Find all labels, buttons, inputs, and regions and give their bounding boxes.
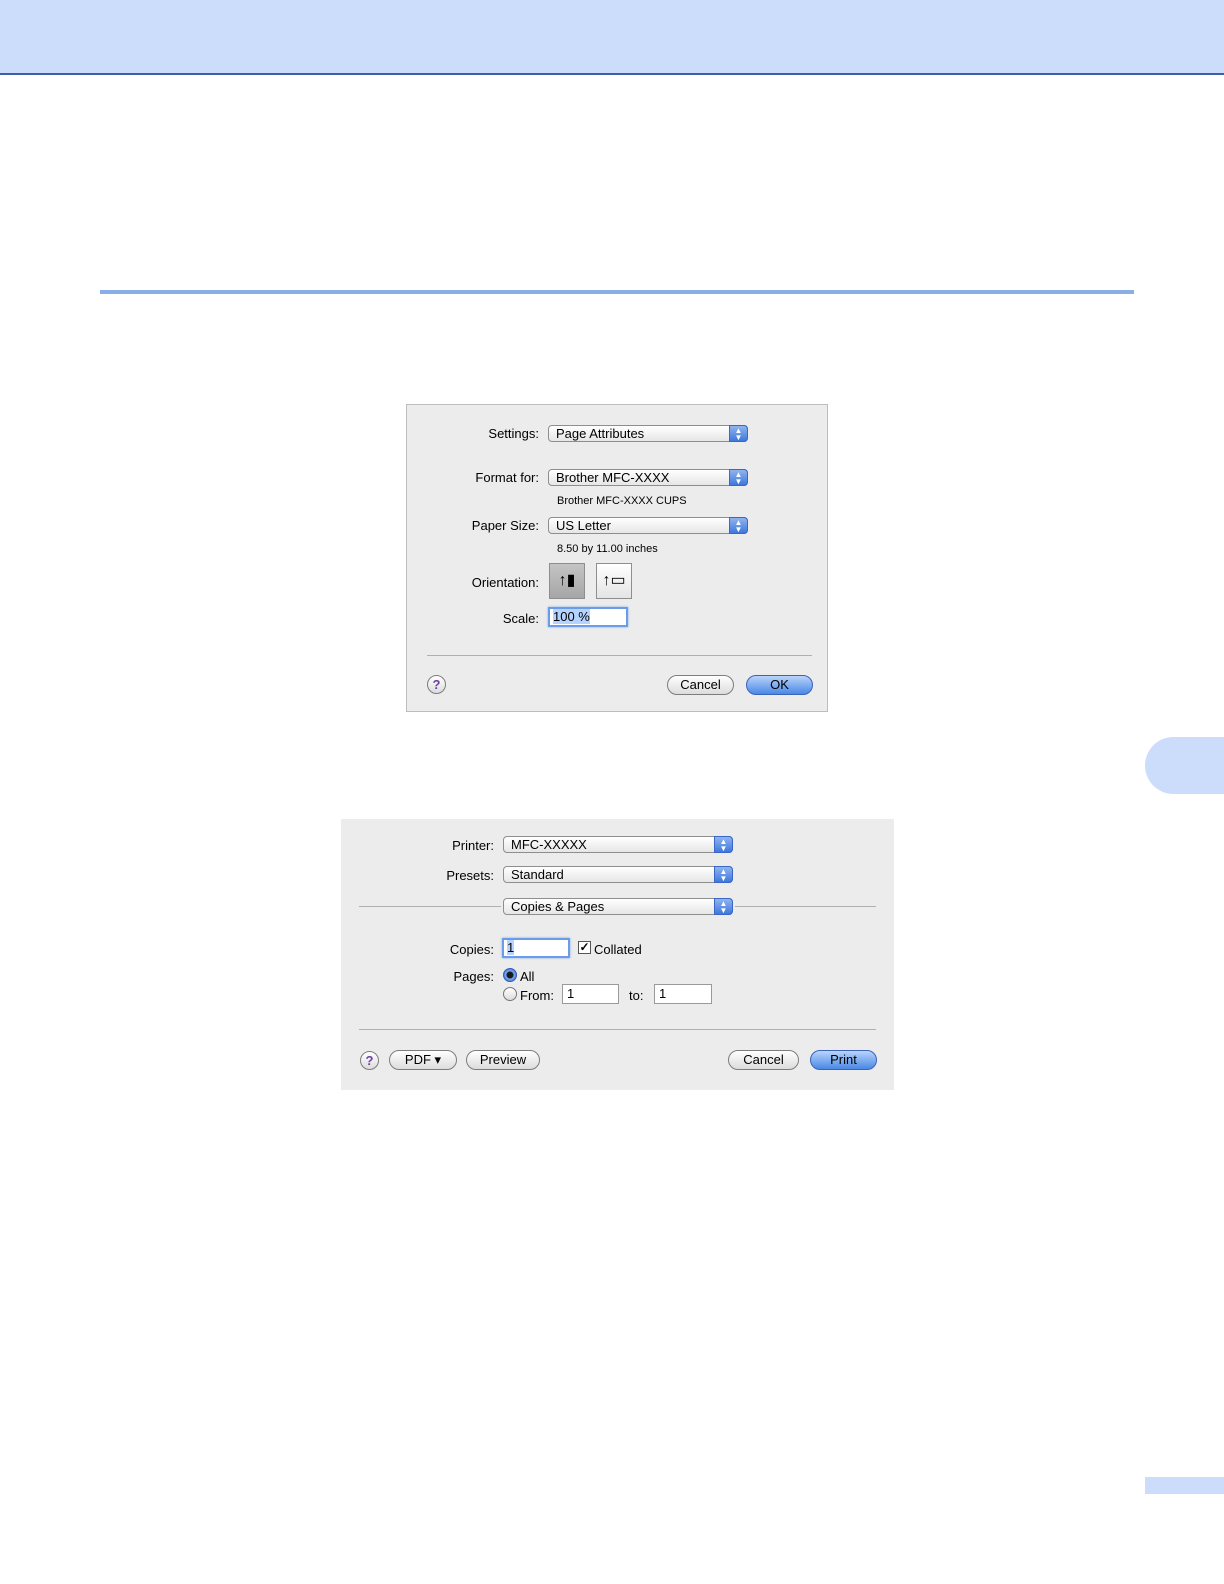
chapter-tab [1145,737,1224,794]
settings-label: Settings: [488,426,539,441]
divider [735,906,876,907]
orientation-label: Orientation: [471,575,539,590]
paper-size-label: Paper Size: [471,518,539,533]
popup-arrows-icon: ▲ ▼ [714,866,733,883]
panel-popup[interactable]: Copies & Pages ▲ ▼ [503,898,733,915]
popup-arrows-icon: ▲ ▼ [729,469,748,486]
help-icon[interactable]: ? [427,675,446,694]
format-for-label: Format for: [475,470,539,485]
scale-label: Scale: [502,611,539,626]
pages-all-radio[interactable] [503,968,517,982]
panel-value: Copies & Pages [511,899,605,914]
header-band [0,0,1224,75]
pages-to-input[interactable]: 1 [654,984,712,1004]
pages-from-input[interactable]: 1 [562,984,619,1004]
page-setup-dialog: Settings: Page Attributes ▲ ▼ Format for:… [406,404,828,712]
preview-button[interactable]: Preview [466,1050,540,1070]
section-rule [100,290,1134,294]
format-for-value: Brother MFC-XXXX [556,470,670,485]
landscape-icon: ↑▭ [602,572,626,589]
ok-button[interactable]: OK [746,675,813,695]
checkmark-icon: ✓ [579,940,590,954]
pdf-button[interactable]: PDF ▾ [389,1050,457,1070]
popup-arrows-icon: ▲ ▼ [714,836,733,853]
format-for-popup[interactable]: Brother MFC-XXXX ▲ ▼ [548,469,748,486]
printer-popup[interactable]: MFC-XXXXX ▲ ▼ [503,836,733,853]
presets-label: Presets: [446,868,494,883]
popup-arrows-icon: ▲ ▼ [729,517,748,534]
pages-to-label: to: [629,988,644,1003]
landscape-orientation-button[interactable]: ↑▭ [596,563,632,599]
page-number-box [1145,1477,1224,1494]
cancel-button[interactable]: Cancel [667,675,734,695]
divider [427,655,812,656]
pages-from-radio[interactable] [503,987,517,1001]
scale-input[interactable]: 100 % [548,607,628,627]
print-dialog: Printer: MFC-XXXXX ▲ ▼ Presets: Standard … [341,819,894,1090]
print-button[interactable]: Print [810,1050,877,1070]
divider [359,1029,876,1030]
printer-value: MFC-XXXXX [511,837,587,852]
paper-size-note: 8.50 by 11.00 inches [557,543,658,555]
portrait-orientation-button[interactable]: ↑▮ [549,563,585,599]
copies-label: Copies: [449,942,494,957]
presets-popup[interactable]: Standard ▲ ▼ [503,866,733,883]
portrait-icon: ↑▮ [558,572,576,589]
popup-arrows-icon: ▲ ▼ [714,898,733,915]
paper-size-value: US Letter [556,518,611,533]
format-for-note: Brother MFC-XXXX CUPS [557,495,687,507]
paper-size-popup[interactable]: US Letter ▲ ▼ [548,517,748,534]
divider [359,906,501,907]
pages-from-label: From: [520,988,554,1003]
collated-checkbox[interactable]: ✓ [578,941,591,954]
pages-all-label: All [520,969,535,984]
presets-value: Standard [511,867,564,882]
settings-popup[interactable]: Page Attributes ▲ ▼ [548,425,748,442]
copies-value: 1 [507,940,515,955]
printer-label: Printer: [452,838,494,853]
popup-arrows-icon: ▲ ▼ [729,425,748,442]
cancel-button[interactable]: Cancel [728,1050,799,1070]
pages-label: Pages: [453,969,494,984]
collated-label: Collated [594,942,642,957]
help-icon[interactable]: ? [360,1051,379,1070]
copies-input[interactable]: 1 [502,938,570,958]
settings-value: Page Attributes [556,426,645,441]
scale-value: 100 % [553,609,590,624]
